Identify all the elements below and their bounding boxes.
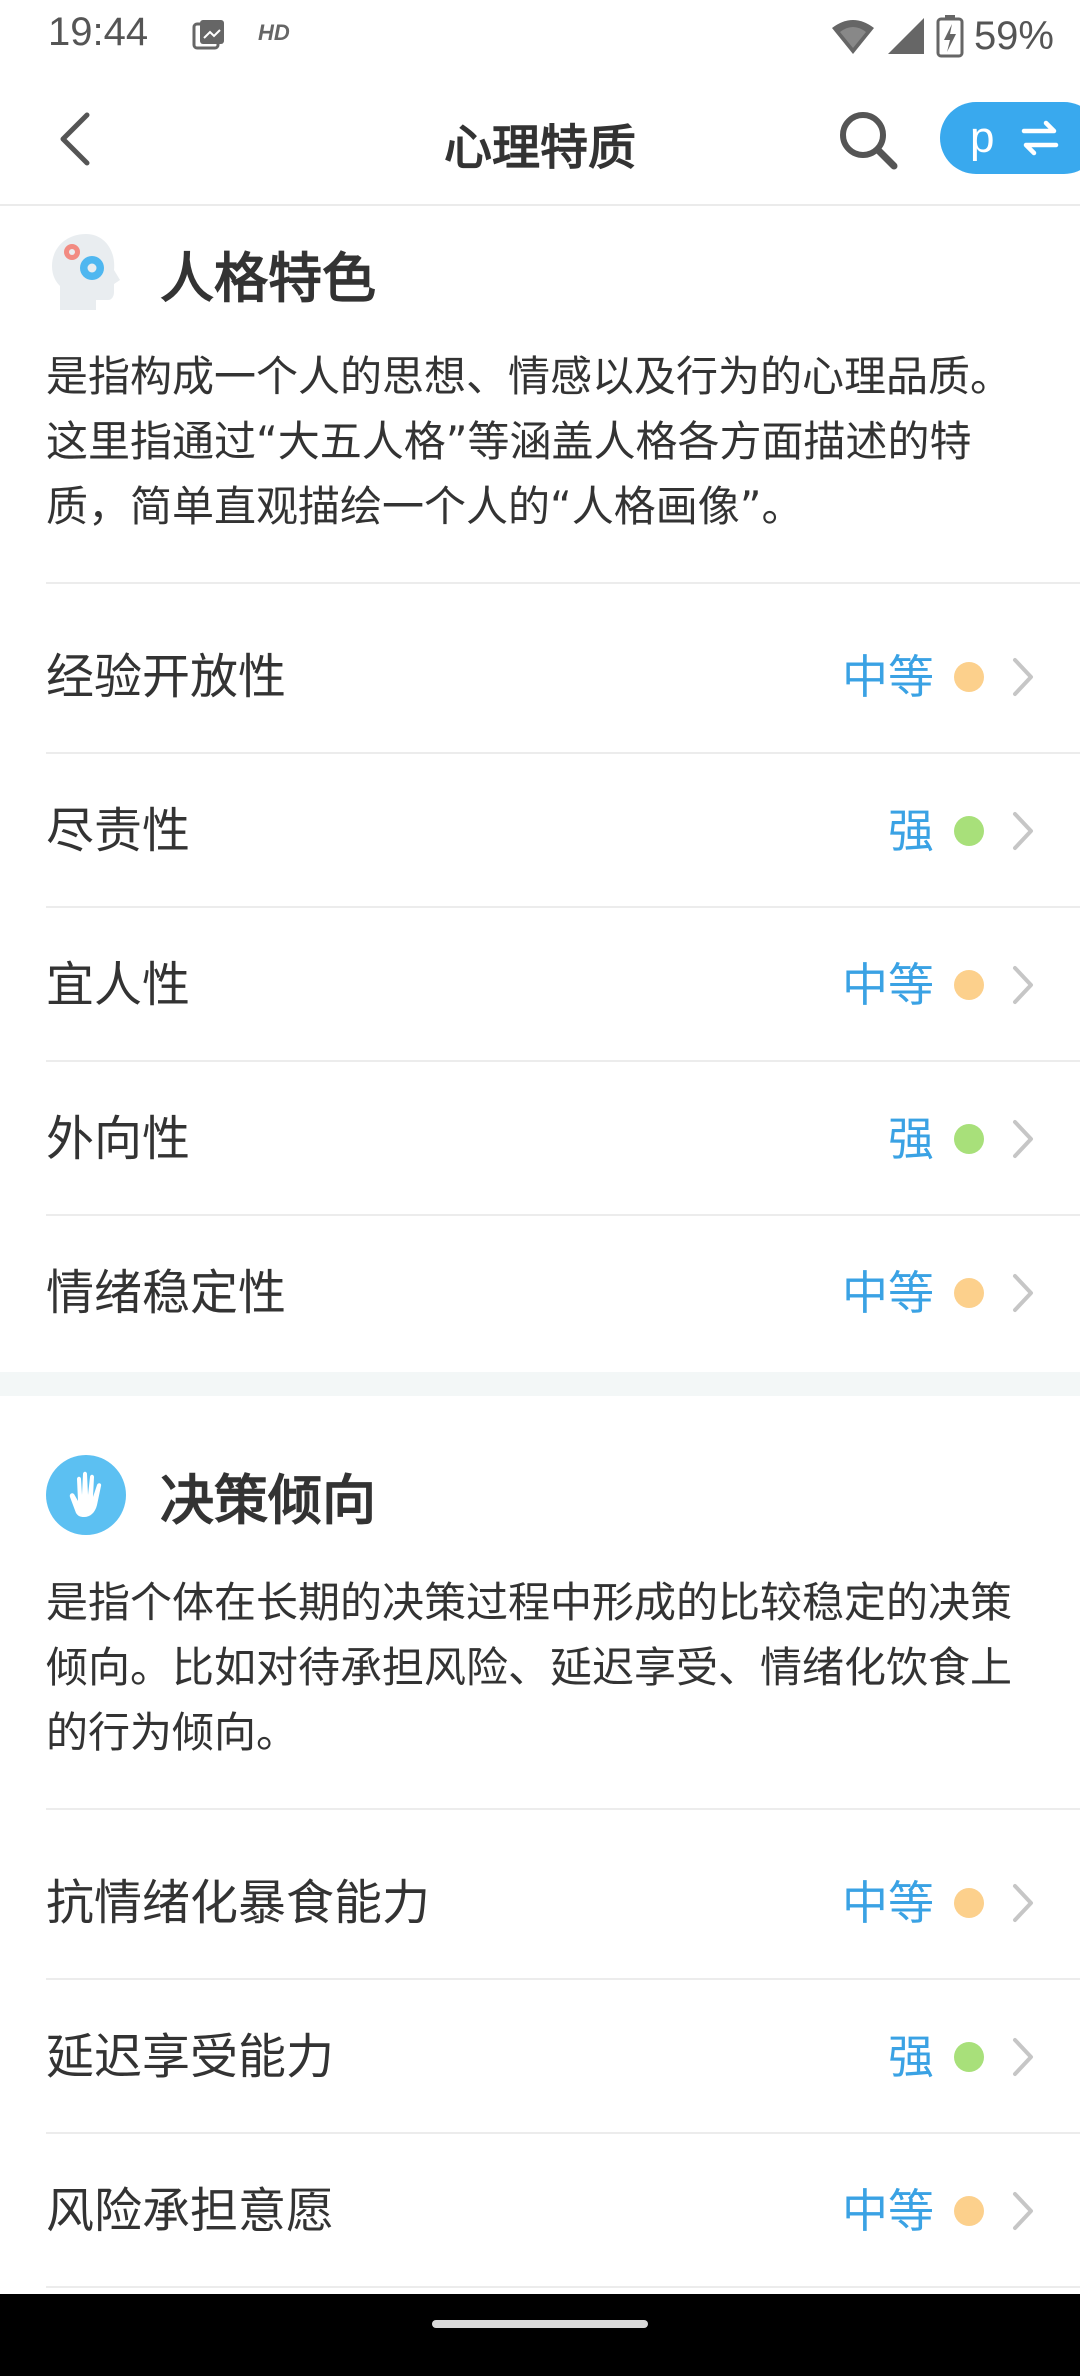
chevron-right-icon xyxy=(1013,2192,1033,2230)
item-value: 中等 xyxy=(842,1876,934,1930)
section-description: 是指个体在长期的决策过程中形成的比较稳定的决策倾向。比如对待承担风险、延迟享受、… xyxy=(46,1578,1013,1757)
level-dot xyxy=(954,1124,984,1154)
head-gears-icon xyxy=(52,234,120,310)
item-value: 中等 xyxy=(842,1266,934,1320)
item-value: 中等 xyxy=(842,2184,934,2238)
status-time: 19:44 xyxy=(48,10,149,54)
level-dot xyxy=(954,1278,984,1308)
item-label: 抗情绪化暴食能力 xyxy=(46,1875,431,1931)
list-item-agreeableness[interactable]: 宜人性 中等 xyxy=(0,908,1080,1062)
list-item-delayed-gratification[interactable]: 延迟享受能力 强 xyxy=(0,1980,1080,2134)
section-title: 人格特色 xyxy=(160,246,376,310)
item-label: 延迟享受能力 xyxy=(46,2029,335,2085)
section-spacer xyxy=(0,1372,1080,1396)
section-header-personality: 人格特色 xyxy=(46,226,376,320)
system-nav-bar xyxy=(0,2294,1080,2376)
top-nav-bar: 心理特质 p xyxy=(0,72,1080,206)
list-item-emotional-stability[interactable]: 情绪稳定性 中等 xyxy=(0,1216,1080,1370)
level-dot xyxy=(954,2196,984,2226)
level-dot xyxy=(954,662,984,692)
item-value: 强 xyxy=(888,804,934,858)
item-label: 外向性 xyxy=(46,1111,191,1167)
gallery-icon xyxy=(192,20,224,50)
chevron-right-icon xyxy=(1013,1274,1033,1312)
raised-hand-icon xyxy=(46,1455,126,1535)
item-label: 风险承担意愿 xyxy=(46,2183,335,2239)
battery-icon xyxy=(936,15,964,58)
list-item-extraversion[interactable]: 外向性 强 xyxy=(0,1062,1080,1216)
item-label: 经验开放性 xyxy=(46,649,287,705)
divider xyxy=(46,1808,1080,1810)
item-label: 情绪稳定性 xyxy=(46,1265,287,1321)
profile-switch-button[interactable]: p xyxy=(940,102,1080,174)
chevron-right-icon xyxy=(1013,812,1033,850)
chevron-right-icon xyxy=(1013,966,1033,1004)
list-item-openness[interactable]: 经验开放性 中等 xyxy=(0,600,1080,754)
item-value: 强 xyxy=(888,1112,934,1166)
section-header-decision: 决策倾向 xyxy=(46,1452,376,1538)
divider xyxy=(46,582,1080,584)
page-title: 心理特质 xyxy=(443,120,636,176)
chevron-right-icon xyxy=(1013,658,1033,696)
list-item-risk-taking[interactable]: 风险承担意愿 中等 xyxy=(0,2134,1080,2288)
item-value: 中等 xyxy=(842,958,934,1012)
home-gesture-bar[interactable] xyxy=(432,2320,648,2328)
chevron-right-icon xyxy=(1013,1884,1033,1922)
search-icon xyxy=(840,112,898,170)
level-dot xyxy=(954,970,984,1000)
section-title: 决策倾向 xyxy=(160,1468,376,1532)
level-dot xyxy=(954,2042,984,2072)
hd-indicator: HD xyxy=(258,20,290,45)
swap-arrows-icon xyxy=(1022,120,1059,156)
chevron-right-icon xyxy=(1013,2038,1033,2076)
item-label: 尽责性 xyxy=(46,803,191,859)
item-value: 强 xyxy=(888,2030,934,2084)
profile-letter: p xyxy=(970,113,995,162)
search-button[interactable] xyxy=(836,108,900,172)
list-item-emotional-eating-resistance[interactable]: 抗情绪化暴食能力 中等 xyxy=(0,1826,1080,1980)
list-item-conscientiousness[interactable]: 尽责性 强 xyxy=(0,754,1080,908)
signal-icon xyxy=(887,18,924,54)
wifi-icon xyxy=(831,20,874,54)
item-label: 宜人性 xyxy=(46,957,191,1013)
section-description: 是指构成一个人的思想、情感以及行为的心理品质。这里指通过“大五人格”等涵盖人格各… xyxy=(46,352,1013,531)
item-value: 中等 xyxy=(842,650,934,704)
level-dot xyxy=(954,1888,984,1918)
level-dot xyxy=(954,816,984,846)
chevron-right-icon xyxy=(1013,1120,1033,1158)
status-bar: 19:44 HD 59% xyxy=(0,0,1080,72)
battery-percent: 59% xyxy=(973,13,1054,58)
